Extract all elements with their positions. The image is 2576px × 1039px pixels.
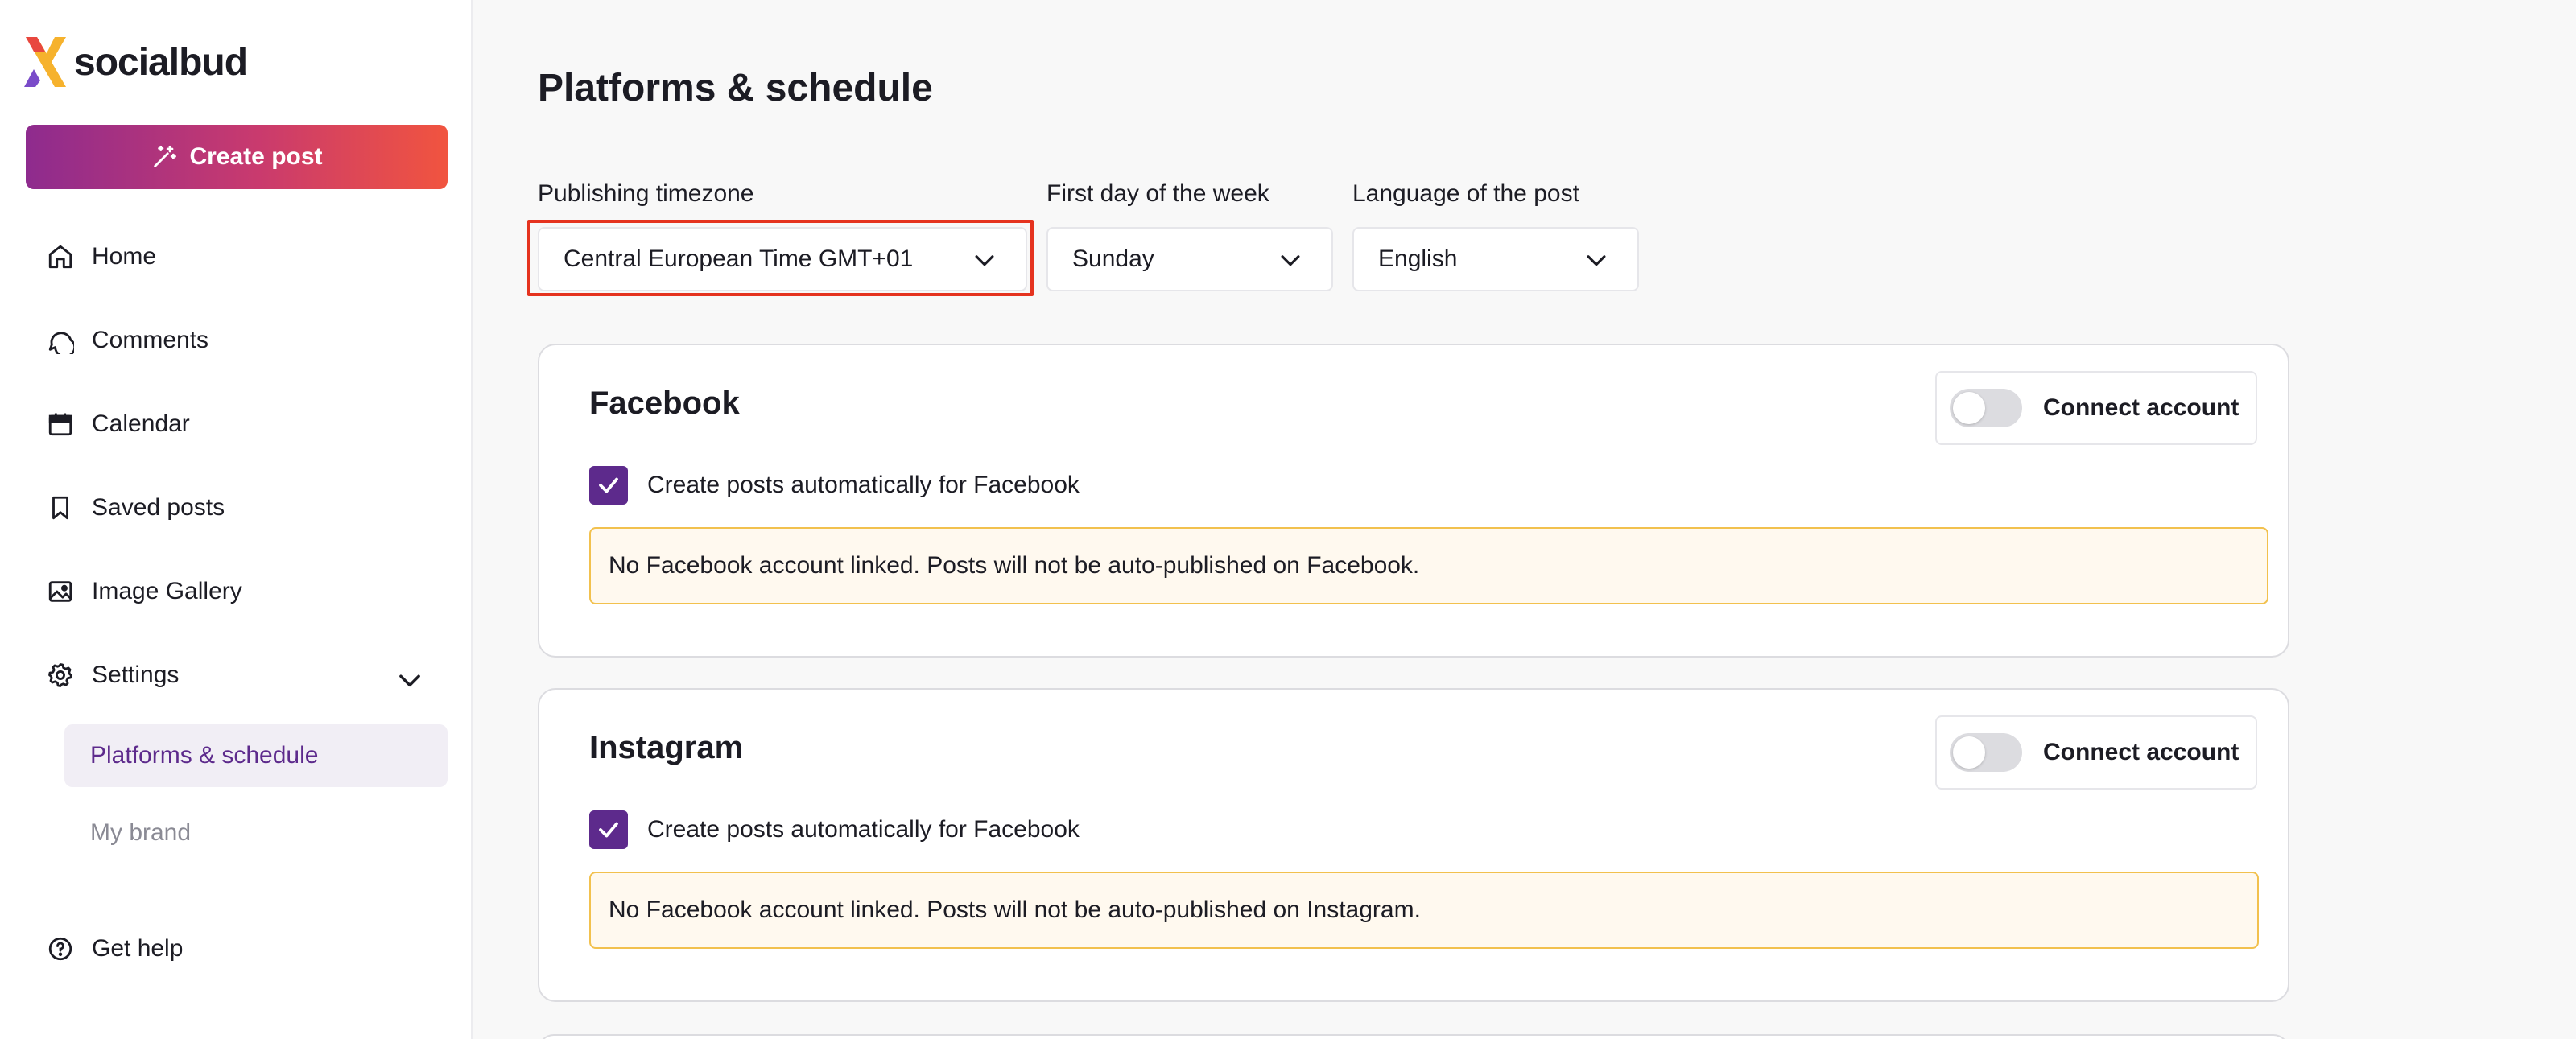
instagram-card: Instagram Connect account Create posts a… [538,688,2289,1002]
sidebar-item-calendar[interactable]: Calendar [47,410,190,438]
sidebar-item-image-gallery[interactable]: Image Gallery [47,578,242,605]
auto-create-checkbox[interactable] [589,810,628,849]
chevron-down-icon [1281,255,1300,266]
bookmark-icon [52,496,68,520]
sidebar-item-label: Home [92,243,157,270]
sidebar-item-label: Saved posts [92,494,225,521]
sidebar-item-settings[interactable]: Settings [47,662,179,689]
sidebar-item-label: Settings [92,662,180,688]
auto-create-label: Create posts automatically for Facebook [647,472,1080,498]
auto-create-row: Create posts automatically for Facebook [589,810,1080,849]
home-icon [48,245,72,269]
connect-account-toggle[interactable]: Connect account [1935,371,2257,445]
get-help-link[interactable]: Get help [47,935,183,963]
platform-title: Instagram [589,730,744,765]
chevron-down-icon[interactable] [394,665,425,695]
toggle-knob [1953,392,1985,424]
sidebar-subitem-my-brand[interactable]: My brand [64,802,448,864]
socialbud-logo-icon [24,37,66,87]
chevron-down-icon [975,255,994,266]
sidebar-subitem-label: My brand [90,819,192,846]
brand-logo[interactable]: socialbud [24,37,248,87]
toggle-knob [1953,736,1985,769]
next-platform-card [538,1034,2289,1039]
platform-title: Facebook [589,386,740,421]
checkmark-icon [599,822,618,838]
magic-wand-icon [154,145,177,167]
facebook-card: Facebook Connect account Create posts au… [538,344,2289,658]
warning-text: No Facebook account linked. Posts will n… [609,552,1420,579]
sidebar-subitem-platforms-schedule[interactable]: Platforms & schedule [64,724,448,787]
gear-icon [48,663,72,687]
connect-account-toggle[interactable]: Connect account [1935,715,2257,790]
checkmark-icon [599,477,618,493]
sidebar-item-saved-posts[interactable]: Saved posts [47,494,225,522]
connect-account-label: Connect account [2043,394,2240,421]
sidebar-subitem-label: Platforms & schedule [90,742,319,769]
create-post-button[interactable]: Create post [26,125,448,189]
sidebar-item-label: Comments [92,327,209,353]
toggle-switch[interactable] [1950,733,2022,772]
auto-create-checkbox[interactable] [589,466,628,505]
get-help-label: Get help [92,935,184,962]
page-title: Platforms & schedule [538,67,933,109]
sidebar-item-label: Image Gallery [92,578,242,604]
chevron-down-icon [1587,255,1606,266]
first-day-select[interactable]: Sunday [1046,227,1333,291]
image-icon [48,581,72,602]
sidebar-item-home[interactable]: Home [47,243,156,270]
timezone-select[interactable]: Central European Time GMT+01 [538,227,1027,291]
first-day-value: Sunday [1072,245,1154,272]
toggle-switch[interactable] [1950,389,2022,427]
auto-create-row: Create posts automatically for Facebook [589,466,1080,505]
timezone-label: Publishing timezone [538,180,754,207]
create-post-label: Create post [189,143,323,170]
warning-text: No Facebook account linked. Posts will n… [609,897,1421,923]
warning-banner: No Facebook account linked. Posts will n… [589,872,2259,949]
auto-create-label: Create posts automatically for Facebook [647,816,1080,843]
warning-banner: No Facebook account linked. Posts will n… [589,527,2268,604]
language-value: English [1378,245,1458,272]
help-circle-icon [48,937,72,961]
sidebar: socialbud Create post Home Comments Cale… [0,0,473,1039]
comment-icon [48,332,74,354]
first-day-label: First day of the week [1046,180,1269,207]
language-label: Language of the post [1352,180,1579,207]
brand-name: socialbud [74,40,248,84]
sidebar-item-label: Calendar [92,410,190,437]
timezone-value: Central European Time GMT+01 [564,245,914,272]
language-select[interactable]: English [1352,227,1639,291]
connect-account-label: Connect account [2043,739,2240,765]
calendar-icon [48,413,72,436]
sidebar-item-comments[interactable]: Comments [47,327,208,354]
